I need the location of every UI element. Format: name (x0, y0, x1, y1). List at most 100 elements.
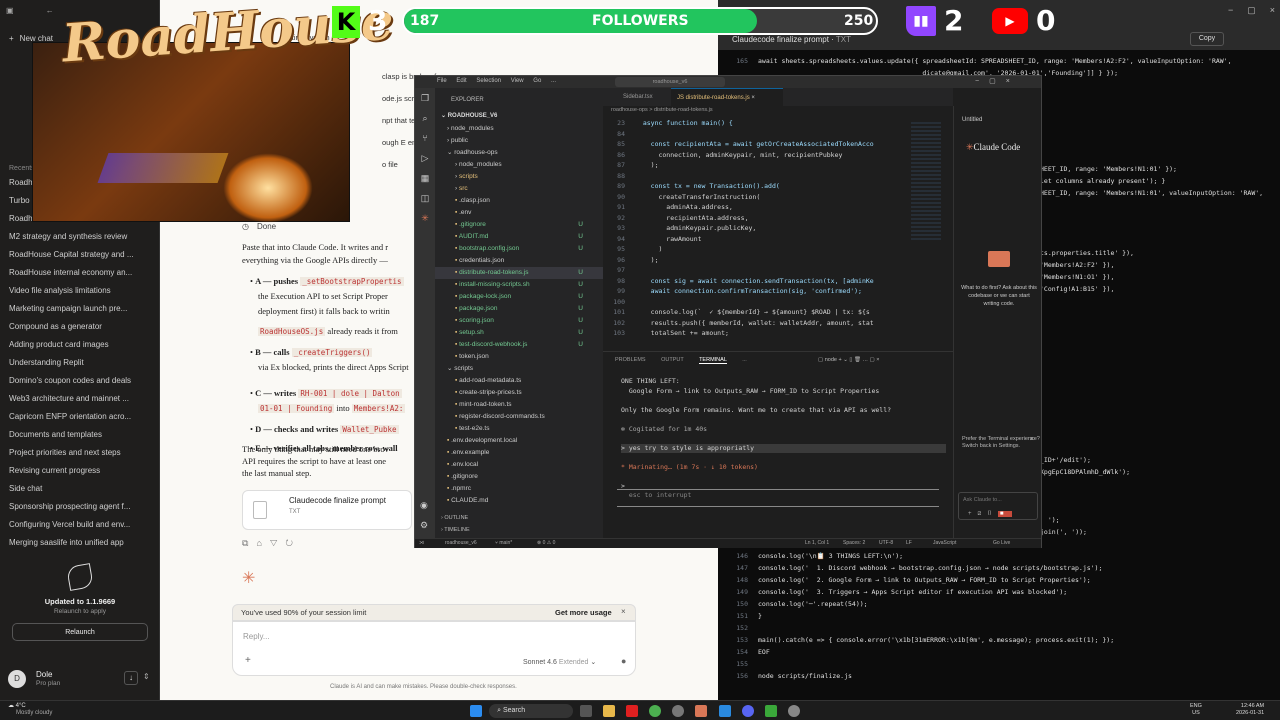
settings-gear-icon[interactable]: ⚙ (420, 520, 428, 531)
menu-item[interactable]: ... (551, 78, 556, 84)
panel-tab[interactable]: OUTPUT (661, 357, 684, 363)
sidebar-item[interactable]: Adding product card images (0, 336, 150, 354)
tree-file[interactable]: ▪ mint-road-token.ts (435, 399, 603, 411)
tree-folder[interactable]: › src (435, 183, 603, 195)
sidebar-item[interactable]: M2 strategy and synthesis review (0, 228, 150, 246)
panel-tab[interactable]: PROBLEMS (615, 357, 646, 363)
minimize-icon[interactable]: − (975, 78, 989, 85)
tree-file[interactable]: ▪ AUDIT.md U (435, 231, 603, 243)
panel-tab[interactable]: TERMINAL (699, 357, 727, 364)
tree-file[interactable]: ▪ distribute-road-tokens.js U (435, 267, 603, 279)
tree-file[interactable]: ▪ test-discord-webhook.js U (435, 339, 603, 351)
plus-icon[interactable]: + (968, 511, 978, 517)
slash-icon[interactable]: ⧄ (978, 511, 988, 517)
sidebar-item[interactable]: Capricorn ENFP orientation acro... (0, 408, 150, 426)
tree-file[interactable]: ▪ bootstrap.config.json U (435, 243, 603, 255)
code-editor[interactable]: 23 async function main() {84 85 const rec… (603, 118, 928, 339)
source-control-icon[interactable]: ⑂ (415, 128, 435, 148)
tree-file[interactable]: ▪ create-stripe-prices.ts (435, 387, 603, 399)
attachment-card[interactable]: Claudecode finalize prompt TXT (242, 490, 412, 530)
search-icon[interactable]: ⌕ (415, 108, 435, 128)
go-live[interactable]: Go Live (993, 540, 1010, 546)
user-menu[interactable]: D Dole Pro plan ↓ ⇕ (8, 668, 158, 690)
tree-file[interactable]: ▪ .env.development.local (435, 435, 603, 447)
sidebar-item[interactable]: Video file analysis limitations (0, 282, 150, 300)
chrome-icon[interactable] (649, 705, 662, 717)
tree-file[interactable]: ▪ scoring.json U (435, 315, 603, 327)
thumbs-up-icon[interactable]: ⌂ (256, 538, 269, 548)
get-more-usage-link[interactable]: Get more usage (555, 608, 612, 617)
obs-icon[interactable] (672, 705, 685, 717)
minimize-icon[interactable]: − (1228, 5, 1247, 15)
outline-section[interactable]: › OUTLINE (441, 515, 468, 521)
claude-icon[interactable]: ✳ (415, 208, 435, 228)
microphone-icon[interactable]: ● (621, 656, 626, 666)
menu-item[interactable]: Selection (476, 78, 501, 84)
app-icon[interactable] (764, 705, 777, 717)
remote-indicator[interactable]: ⋊ (419, 540, 424, 546)
git-branch[interactable]: ⑂ main* (495, 540, 512, 546)
tree-file[interactable]: ▪ .env (435, 207, 603, 219)
windows-start-icon[interactable] (470, 705, 482, 717)
send-icon[interactable]: ■ (997, 511, 1012, 517)
task-view-icon[interactable] (580, 705, 593, 717)
menu-item[interactable]: View (511, 78, 524, 84)
cursor-position[interactable]: Ln 1, Col 1 (805, 540, 829, 546)
plus-icon[interactable]: + (245, 655, 251, 666)
explorer-root[interactable]: ⌄ ROADHOUSE_V6 (441, 112, 497, 119)
tree-file[interactable]: ▪ package-lock.json U (435, 291, 603, 303)
sidebar-item[interactable]: RoadHouse internal economy an... (0, 264, 150, 282)
thumbs-down-icon[interactable]: ▽ (270, 538, 286, 548)
sidebar-item[interactable]: Side chat (0, 480, 150, 498)
close-icon[interactable]: × (751, 95, 755, 101)
files-icon[interactable]: ❐ (415, 88, 435, 108)
remote-icon[interactable]: ◫ (415, 188, 435, 208)
tree-file[interactable]: ▪ .clasp.json (435, 195, 603, 207)
indentation[interactable]: Spaces: 2 (843, 540, 865, 546)
tree-file[interactable]: ▪ register-discord-commands.ts (435, 411, 603, 423)
copy-icon[interactable]: ⧉ (242, 538, 256, 548)
composer[interactable]: Reply... + Sonnet 4.6 Extended ⌄ ● (232, 621, 636, 676)
sidebar-item[interactable]: Sponsorship prospecting agent f... (0, 498, 150, 516)
close-icon[interactable]: × (1030, 436, 1034, 443)
tree-folder[interactable]: ⌄ roadhouse-ops (435, 147, 603, 159)
close-icon[interactable]: × (1006, 78, 1020, 85)
sidebar-item[interactable]: Revising current progress (0, 462, 150, 480)
maximize-icon[interactable]: ▢ (1247, 5, 1270, 15)
sidebar-item[interactable]: Web3 architecture and mainnet ... (0, 390, 150, 408)
timeline-section[interactable]: › TIMELINE (441, 527, 470, 533)
sidebar-item[interactable]: Configuring Vercel build and env... (0, 516, 150, 534)
terminal-output[interactable]: ONE THING LEFT: Google Form → link to Ou… (621, 377, 946, 501)
model-selector[interactable]: Sonnet 4.6 Extended ⌄ (523, 658, 596, 666)
attach-icon[interactable]: ▯ (987, 511, 998, 517)
problems-indicator[interactable]: ⊗ 0 ⚠ 0 (537, 540, 555, 546)
tree-file[interactable]: ▪ .env.example (435, 447, 603, 459)
tree-folder[interactable]: › scripts (435, 171, 603, 183)
settings-icon[interactable] (787, 705, 800, 717)
run-debug-icon[interactable]: ▷ (415, 148, 435, 168)
language-mode[interactable]: JavaScript (933, 540, 956, 546)
tree-file[interactable]: ▪ package.json U (435, 303, 603, 315)
chevron-updown-icon[interactable]: ⇕ (143, 672, 150, 681)
tab-sidebar[interactable]: Sidebar.tsx (607, 88, 669, 106)
sidebar-item[interactable]: Project priorities and next steps (0, 444, 150, 462)
maximize-icon[interactable]: ▢ (989, 78, 1006, 85)
terminal-selector[interactable]: ▢ node + ⌄ ▯ 🗑 … ▢ × (818, 357, 879, 363)
file-explorer-icon[interactable] (603, 705, 616, 717)
reply-input[interactable]: Reply... (243, 632, 270, 641)
tree-folder[interactable]: › node_modules (435, 123, 603, 135)
sidebar-item[interactable]: Compound as a generator (0, 318, 150, 336)
vscode-icon[interactable] (718, 705, 731, 717)
tree-file[interactable]: ▪ .npmrc (435, 483, 603, 495)
sidebar-item[interactable]: Understanding Replit (0, 354, 150, 372)
menu-item[interactable]: File (437, 78, 447, 84)
sidebar-toggle-icon[interactable]: ▣ (6, 6, 14, 15)
menu-item[interactable]: Go (533, 78, 541, 84)
account-icon[interactable]: ◉ (420, 500, 428, 511)
extensions-icon[interactable]: ▦ (415, 168, 435, 188)
tree-file[interactable]: ▪ add-road-metadata.ts (435, 375, 603, 387)
close-icon[interactable]: × (621, 607, 626, 616)
tree-file[interactable]: ▪ install-missing-scripts.sh U (435, 279, 603, 291)
copy-button[interactable]: Copy (1190, 32, 1224, 46)
encoding[interactable]: UTF-8 (879, 540, 893, 546)
